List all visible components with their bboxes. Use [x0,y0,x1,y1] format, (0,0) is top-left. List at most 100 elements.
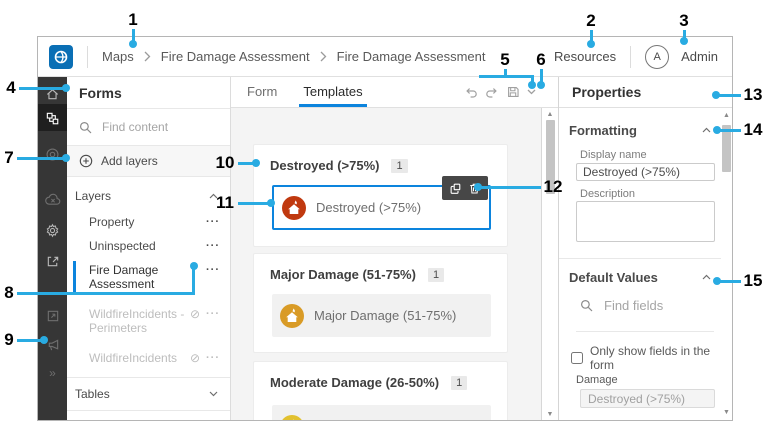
only-show-fields-label: Only show fields in the form [590,344,711,372]
only-show-fields-checkbox-row: Only show fields in the form [571,344,721,372]
template-item-major[interactable]: Major Damage (51-75%) [272,294,491,337]
save-icon[interactable] [506,85,520,99]
topbar-right: Resources A Admin [554,44,718,69]
tab-form[interactable]: Form [243,84,281,107]
templates-scrollbar[interactable]: ▲ ▼ [541,108,558,420]
template-item-label: Major Damage (51-75%) [314,308,457,323]
find-content-input[interactable] [100,119,210,135]
expand-rail-icon[interactable]: » [38,364,67,382]
layer-options-menu[interactable]: ··· [206,307,220,321]
only-show-fields-checkbox[interactable] [571,352,583,364]
description-textarea[interactable] [576,201,715,242]
chevron-down-icon [209,391,218,397]
add-layers-button[interactable]: Add layers [67,146,230,177]
template-item-label: Destroyed (>75%) [316,200,422,215]
callout-dot [62,154,70,162]
resources-link[interactable]: Resources [554,49,616,64]
avatar[interactable]: A [645,44,670,69]
disabled-icon: ⊘ [189,351,200,365]
callout-dot [267,199,275,207]
callout-dot [252,159,260,167]
callout-number: 14 [743,120,763,139]
top-bar: Maps Fire Damage Assessment Fire Damage … [38,37,732,77]
callout-line [17,156,64,160]
template-count-badge: 1 [427,267,445,282]
layer-options-menu[interactable]: ··· [206,351,220,365]
forms-icon[interactable] [38,109,67,127]
layer-name: Property [89,215,135,229]
tab-templates[interactable]: Templates [299,84,367,107]
screenshot-root: Maps Fire Damage Assessment Fire Damage … [0,0,773,423]
callout-dot [129,40,137,48]
save-menu-chevron-icon[interactable] [527,89,536,95]
editor-panel: Form Templates Destroyed (>75%) 1 Destro… [231,77,558,420]
layer-row-wildfire-incidents[interactable]: WildfireIncidents ⊘ ··· [67,346,230,370]
find-fields-search[interactable] [580,297,702,314]
callout-number: 3 [679,11,689,30]
layer-row-property[interactable]: Property ··· [67,210,230,234]
layer-row-wildfire-perimeters[interactable]: WildfireIncidents - Perimeters ⊘ ··· [67,302,230,340]
callout-line [19,86,64,90]
admin-menu[interactable]: Admin [681,49,718,64]
properties-scrollbar[interactable]: ▲ ▼ [721,108,732,420]
callout-number: 9 [4,330,14,349]
breadcrumb-map-name[interactable]: Fire Damage Assessment [161,49,310,64]
tables-section-header[interactable]: Tables [67,377,230,410]
template-item-moderate[interactable]: Moderate Damage (26-50%) [272,405,491,420]
callout-line [481,185,541,189]
redo-icon[interactable] [485,86,499,99]
scrollbar-thumb[interactable] [722,125,731,172]
callout-number: 13 [743,85,763,104]
template-item-label: Moderate Damage (26-50%) [314,419,479,420]
share-icon[interactable] [38,252,67,270]
find-fields-input[interactable] [602,297,702,314]
layer-options-menu[interactable]: ··· [206,263,220,277]
scroll-down-icon[interactable]: ▼ [721,409,732,416]
layer-options-menu[interactable]: ··· [206,215,220,229]
layers-header-label: Layers [75,189,112,203]
layers-section-header[interactable]: Layers [67,177,230,206]
search-icon [79,121,92,134]
layer-row-fire-damage-assessment[interactable]: Fire Damage Assessment ··· [67,258,230,296]
template-count-badge: 1 [391,158,408,173]
callout-number: 4 [6,78,16,97]
chevron-right-icon [320,51,327,62]
callout-dot [537,81,545,89]
basemap-section-header[interactable]: Basemap [67,410,230,420]
launch-icon[interactable] [38,307,67,325]
duplicate-icon[interactable] [449,182,462,195]
layer-options-menu[interactable]: ··· [206,239,220,253]
forms-panel-title: Forms [67,77,230,109]
breadcrumb-maps[interactable]: Maps [102,49,134,64]
callout-line [720,279,741,283]
icon-rail: » [38,77,67,420]
scroll-up-icon[interactable]: ▲ [721,112,732,119]
formatting-collapse-chevron-icon[interactable] [702,127,711,133]
template-group-title: Destroyed (>75%) [270,158,380,173]
scroll-down-icon[interactable]: ▼ [542,411,558,418]
callout-number: 6 [536,50,546,69]
properties-body: Formatting Display name Description Defa… [559,108,721,420]
arcgis-logo-icon[interactable] [49,44,73,69]
find-content-search[interactable] [67,109,230,146]
template-group-header: Destroyed (>75%) 1 [254,145,507,173]
editor-toolbar [464,85,536,99]
display-name-input[interactable] [576,163,715,181]
default-values-collapse-chevron-icon[interactable] [702,274,711,280]
callout-dot [62,84,70,92]
scroll-up-icon[interactable]: ▲ [542,111,558,118]
callout-number: 11 [216,193,234,212]
layer-row-uninspected[interactable]: Uninspected ··· [67,234,230,258]
tables-label: Tables [75,387,110,401]
major-damage-template-icon [280,303,304,328]
topbar-divider [87,45,88,68]
undo-icon[interactable] [464,86,478,99]
properties-panel: Properties Formatting Display name Descr… [558,77,732,420]
moderate-damage-template-icon [280,414,304,420]
settings-gear-icon[interactable] [38,221,67,239]
damage-field-value[interactable]: Destroyed (>75%) [580,389,715,408]
offline-cloud-icon[interactable] [38,190,67,208]
callout-line [192,268,195,293]
topbar-divider [630,45,632,68]
editor-tab-bar: Form Templates [231,77,558,108]
